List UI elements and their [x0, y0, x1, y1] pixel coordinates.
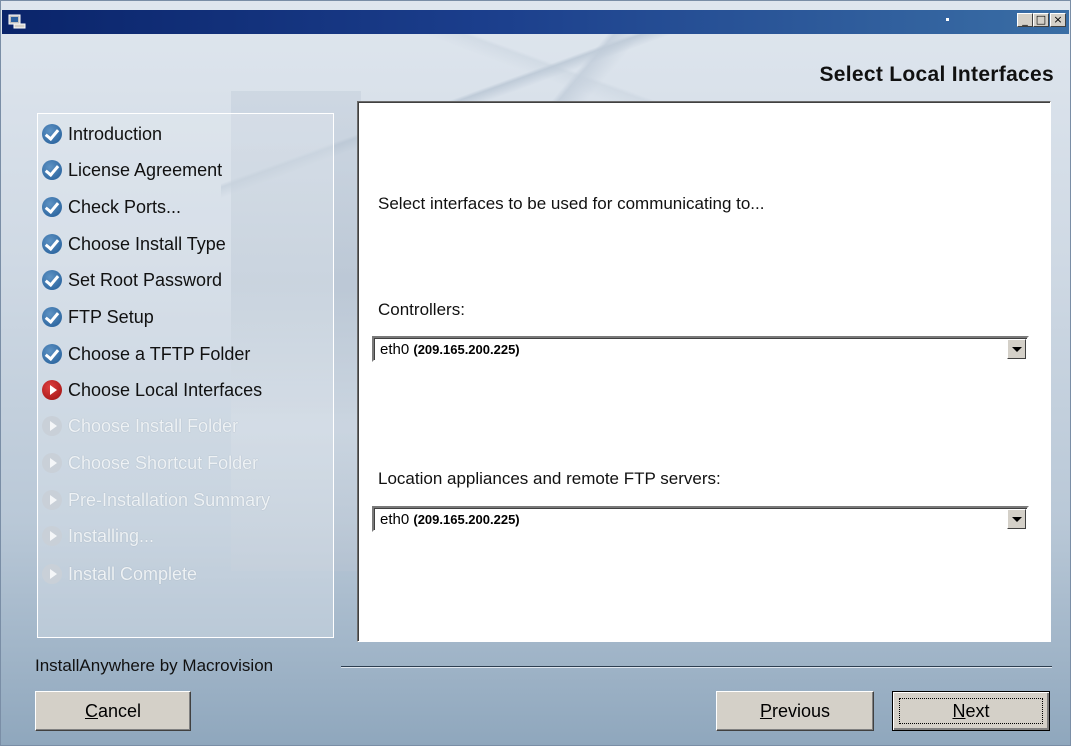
- step-item: Choose Install Type: [42, 232, 226, 256]
- step-label: FTP Setup: [68, 306, 154, 327]
- minimize-button[interactable]: _: [1017, 13, 1033, 27]
- pending-arrow-icon: [42, 564, 62, 584]
- step-label: Choose Local Interfaces: [68, 379, 263, 400]
- title-bar[interactable]: _ □ ×: [2, 10, 1069, 34]
- focus-ring: [899, 698, 1043, 724]
- location-select[interactable]: eth0 (209.165.200.225): [372, 506, 1029, 532]
- step-item: Introduction: [42, 122, 162, 146]
- current-step-arrow-icon: [42, 380, 62, 400]
- pending-arrow-icon: [42, 453, 62, 473]
- interface-ip: (209.165.200.225): [413, 342, 520, 357]
- chevron-down-icon[interactable]: [1007, 339, 1026, 359]
- previous-label: revious: [771, 701, 831, 721]
- step-item: License Agreement: [42, 158, 222, 182]
- pending-arrow-icon: [42, 490, 62, 510]
- step-label: Check Ports...: [68, 196, 182, 217]
- title-dot: [946, 18, 949, 21]
- step-label: Choose Install Type: [68, 233, 226, 254]
- controllers-label: Controllers:: [378, 300, 465, 319]
- step-item: FTP Setup: [42, 305, 154, 329]
- step-item: Check Ports...: [42, 195, 181, 219]
- page-title: Select Local Interfaces: [819, 63, 1054, 86]
- controllers-select[interactable]: eth0 (209.165.200.225): [372, 336, 1029, 362]
- next-button[interactable]: Next: [892, 691, 1050, 731]
- step-label: Installing...: [68, 525, 155, 546]
- check-icon: [42, 234, 62, 254]
- step-label: Set Root Password: [68, 269, 223, 290]
- content-panel: Select interfaces to be used for communi…: [357, 101, 1051, 642]
- previous-accel: P: [759, 701, 772, 721]
- step-item: Choose a TFTP Folder: [42, 342, 250, 366]
- chevron-down-icon[interactable]: [1007, 509, 1026, 529]
- intro-text: Select interfaces to be used for communi…: [378, 194, 765, 213]
- cancel-button[interactable]: Cancel: [35, 691, 191, 731]
- installer-window: _ □ × Select Local Interfaces Introducti…: [0, 0, 1071, 746]
- previous-button[interactable]: Previous: [716, 691, 874, 731]
- interface-name: eth0: [380, 511, 410, 528]
- step-item: Installing...: [42, 524, 154, 548]
- step-label: Pre-Installation Summary: [68, 489, 271, 510]
- step-item-current: Choose Local Interfaces: [42, 378, 262, 402]
- location-label: Location appliances and remote FTP serve…: [378, 469, 721, 488]
- interface-name: eth0: [380, 341, 410, 358]
- step-label: Choose Shortcut Folder: [68, 452, 259, 473]
- step-item: Set Root Password: [42, 268, 222, 292]
- step-label: Install Complete: [68, 563, 198, 584]
- pending-arrow-icon: [42, 416, 62, 436]
- check-icon: [42, 124, 62, 144]
- step-item: Choose Install Folder: [42, 414, 238, 438]
- step-label: Introduction: [68, 123, 163, 144]
- location-select-value: eth0 (209.165.200.225): [380, 511, 520, 528]
- steps-panel: Introduction License Agreement Check Por…: [37, 113, 334, 638]
- step-label: Choose Install Folder: [68, 415, 239, 436]
- close-button[interactable]: ×: [1050, 13, 1066, 27]
- step-item: Choose Shortcut Folder: [42, 451, 258, 475]
- check-icon: [42, 160, 62, 180]
- check-icon: [42, 197, 62, 217]
- step-label: Choose a TFTP Folder: [68, 343, 251, 364]
- controllers-select-value: eth0 (209.165.200.225): [380, 341, 520, 358]
- check-icon: [42, 344, 62, 364]
- step-item: Install Complete: [42, 562, 197, 586]
- step-label: License Agreement: [68, 159, 223, 180]
- brand-text: InstallAnywhere by Macrovision: [35, 656, 274, 675]
- cancel-accel: C: [84, 701, 98, 721]
- check-icon: [42, 307, 62, 327]
- cancel-label: ancel: [97, 701, 142, 721]
- pending-arrow-icon: [42, 526, 62, 546]
- step-item: Pre-Installation Summary: [42, 488, 270, 512]
- check-icon: [42, 270, 62, 290]
- interface-ip: (209.165.200.225): [413, 512, 520, 527]
- maximize-button[interactable]: □: [1033, 13, 1049, 27]
- installer-app-icon: [8, 14, 26, 29]
- footer-divider: [341, 666, 1052, 668]
